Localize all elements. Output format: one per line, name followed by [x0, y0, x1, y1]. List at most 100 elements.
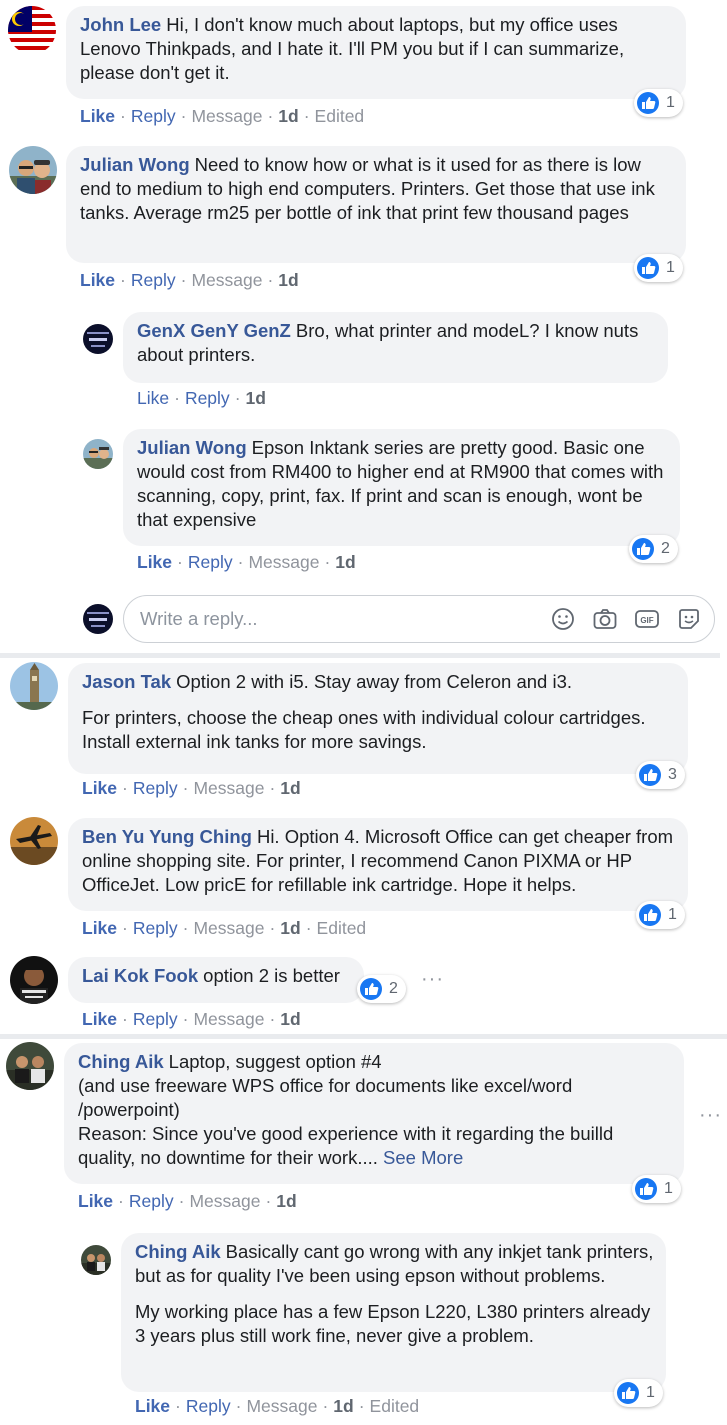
reaction-number: 3: [668, 766, 677, 783]
message-link[interactable]: Message: [248, 552, 319, 572]
comment-bubble: John Lee Hi, I don't know much about lapt…: [66, 6, 686, 99]
timestamp[interactable]: 1d: [280, 918, 300, 938]
reply-link[interactable]: Reply: [133, 778, 178, 798]
comment-text: Hi, I don't know much about laptops, but…: [80, 14, 625, 83]
see-more-link[interactable]: See More: [383, 1147, 463, 1168]
thumbs-up-icon: [639, 904, 661, 926]
reply-link[interactable]: Reply: [186, 1396, 231, 1416]
like-link[interactable]: Like: [80, 106, 115, 126]
divider: [0, 1034, 727, 1039]
avatar[interactable]: [81, 1245, 111, 1275]
message-link[interactable]: Message: [191, 106, 262, 126]
message-link[interactable]: Message: [193, 918, 264, 938]
reaction-count[interactable]: 1: [634, 254, 683, 282]
commenter-name[interactable]: Ching Aik: [78, 1051, 164, 1072]
like-link[interactable]: Like: [82, 778, 117, 798]
avatar[interactable]: [9, 146, 57, 194]
more-options-icon[interactable]: ···: [699, 1104, 722, 1127]
svg-text:GIF: GIF: [640, 616, 653, 625]
reply-link[interactable]: Reply: [133, 918, 178, 938]
comment-actions: Like · Reply · 1d: [137, 388, 266, 408]
reply-link[interactable]: Reply: [188, 552, 233, 572]
reply-bubble: GenX GenY GenZ Bro, what printer and mode…: [123, 312, 668, 383]
message-link[interactable]: Message: [189, 1191, 260, 1211]
comment-text: Reason: Since you've good experience wit…: [78, 1123, 614, 1168]
timestamp[interactable]: 1d: [246, 388, 266, 408]
avatar[interactable]: [83, 439, 113, 469]
comment-actions: Like · Reply · Message · 1d: [137, 552, 356, 572]
comment-text: My working place has a few Epson L220, L…: [135, 1301, 651, 1346]
commenter-name[interactable]: John Lee: [80, 14, 161, 35]
thumbs-up-icon: [632, 538, 654, 560]
timestamp[interactable]: 1d: [278, 106, 298, 126]
reaction-count[interactable]: 1: [632, 1175, 681, 1203]
message-link[interactable]: Message: [246, 1396, 317, 1416]
reply-link[interactable]: Reply: [131, 106, 176, 126]
commenter-name[interactable]: GenX GenY GenZ: [137, 320, 291, 341]
timestamp[interactable]: 1d: [280, 1009, 300, 1029]
avatar[interactable]: [8, 6, 56, 54]
reply-input[interactable]: Write a reply... GIF: [123, 595, 715, 643]
message-link[interactable]: Message: [191, 270, 262, 290]
sticker-icon[interactable]: [676, 606, 702, 632]
comment-actions: Like · Reply · Message · 1d · Edited: [135, 1396, 420, 1416]
comment-bubble: Ben Yu Yung Ching Hi. Option 4. Microsoft…: [68, 818, 688, 911]
like-link[interactable]: Like: [135, 1396, 170, 1416]
like-link[interactable]: Like: [82, 1009, 117, 1029]
commenter-name[interactable]: Julian Wong: [137, 437, 247, 458]
edited-label[interactable]: Edited: [370, 1396, 420, 1416]
message-link[interactable]: Message: [193, 778, 264, 798]
reaction-count[interactable]: 3: [636, 761, 685, 789]
comment-text: Option 2 with i5. Stay away from Celeron…: [176, 671, 573, 692]
comment-text: Laptop, suggest option #4: [168, 1051, 382, 1072]
message-link[interactable]: Message: [193, 1009, 264, 1029]
divider: [0, 653, 720, 658]
edited-label[interactable]: Edited: [315, 106, 365, 126]
commenter-name[interactable]: Ching Aik: [135, 1241, 221, 1262]
commenter-name[interactable]: Ben Yu Yung Ching: [82, 826, 252, 847]
like-link[interactable]: Like: [78, 1191, 113, 1211]
thumbs-up-icon: [639, 764, 661, 786]
comment-bubble: Ching Aik Laptop, suggest option #4 (and u…: [64, 1043, 684, 1184]
reaction-number: 1: [666, 259, 675, 276]
timestamp[interactable]: 1d: [333, 1396, 353, 1416]
comment-actions: Like · Reply · Message · 1d · Edited: [82, 918, 367, 938]
avatar[interactable]: [83, 324, 113, 354]
reply-bubble: Julian Wong Epson Inktank series are pret…: [123, 429, 680, 546]
avatar[interactable]: [6, 1042, 54, 1090]
thumbs-up-icon: [635, 1178, 657, 1200]
reply-bubble: Ching Aik Basically cant go wrong with an…: [121, 1233, 666, 1392]
like-link[interactable]: Like: [82, 918, 117, 938]
reaction-number: 2: [661, 540, 670, 557]
gif-icon[interactable]: GIF: [634, 606, 660, 632]
avatar[interactable]: [10, 956, 58, 1004]
avatar[interactable]: [10, 662, 58, 710]
edited-label[interactable]: Edited: [317, 918, 367, 938]
commenter-name[interactable]: Lai Kok Fook: [82, 965, 198, 986]
avatar[interactable]: [10, 817, 58, 865]
like-link[interactable]: Like: [137, 552, 172, 572]
commenter-name[interactable]: Jason Tak: [82, 671, 171, 692]
reply-link[interactable]: Reply: [133, 1009, 178, 1029]
reaction-count[interactable]: 2: [357, 975, 406, 1003]
emoji-icon[interactable]: [550, 606, 576, 632]
camera-icon[interactable]: [592, 606, 618, 632]
like-link[interactable]: Like: [137, 388, 169, 408]
timestamp[interactable]: 1d: [335, 552, 355, 572]
comment-actions: Like · Reply · Message · 1d: [78, 1191, 297, 1211]
reaction-count[interactable]: 1: [614, 1379, 663, 1407]
timestamp[interactable]: 1d: [276, 1191, 296, 1211]
reply-link[interactable]: Reply: [185, 388, 230, 408]
timestamp[interactable]: 1d: [278, 270, 298, 290]
reaction-count[interactable]: 2: [629, 535, 678, 563]
more-options-icon[interactable]: ···: [421, 968, 444, 991]
timestamp[interactable]: 1d: [280, 778, 300, 798]
reply-link[interactable]: Reply: [131, 270, 176, 290]
reaction-count[interactable]: 1: [634, 89, 683, 117]
reaction-count[interactable]: 1: [636, 901, 685, 929]
comment-text: For printers, choose the cheap ones with…: [82, 707, 646, 752]
reply-link[interactable]: Reply: [129, 1191, 174, 1211]
thumbs-up-icon: [637, 92, 659, 114]
commenter-name[interactable]: Julian Wong: [80, 154, 190, 175]
like-link[interactable]: Like: [80, 270, 115, 290]
